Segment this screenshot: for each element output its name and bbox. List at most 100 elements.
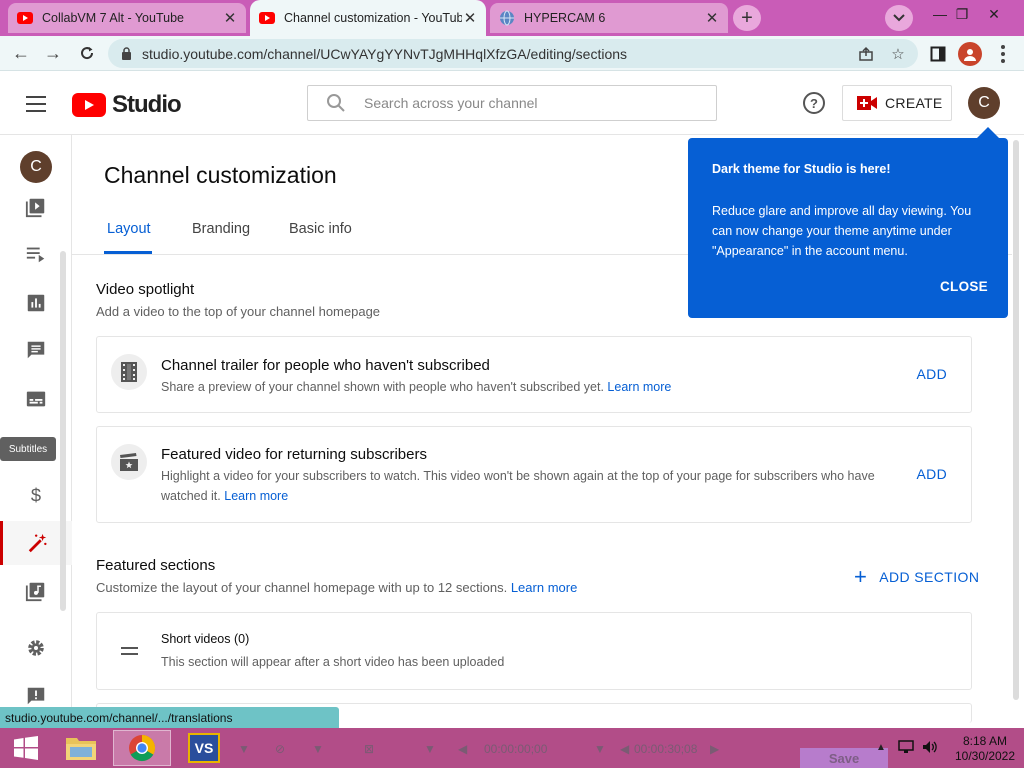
taskbar-clock[interactable]: 8:18 AM 10/30/2022 <box>950 734 1020 764</box>
featured-sections-subtitle-text: Customize the layout of your channel hom… <box>96 580 508 595</box>
share-icon[interactable] <box>856 44 876 64</box>
add-featured-video-button[interactable]: ADD <box>917 466 947 482</box>
tab-basic-info[interactable]: Basic info <box>289 221 352 237</box>
close-tab-icon[interactable]: ✕ <box>462 9 478 27</box>
browser-menu-icon[interactable] <box>995 42 1011 66</box>
previous-frame-icon: ◀ <box>458 742 468 756</box>
channel-trailer-desc-text: Share a preview of your channel shown wi… <box>161 380 604 394</box>
popup-title: Dark theme for Studio is here! <box>712 162 891 176</box>
tab-search-chevron-icon[interactable] <box>885 5 913 31</box>
clock-time: 8:18 AM <box>962 734 1008 748</box>
channel-trailer-card: Channel trailer for people who haven't s… <box>96 336 972 413</box>
channel-avatar[interactable]: C <box>20 151 52 183</box>
browser-tab-title: Channel customization - YouTube <box>284 11 462 25</box>
drag-handle-icon[interactable] <box>121 647 138 655</box>
main-scrollbar[interactable] <box>1013 140 1019 700</box>
comments-icon <box>27 341 45 359</box>
close-tab-icon[interactable]: ✕ <box>222 9 238 27</box>
featured-video-title: Featured video for returning subscribers <box>161 446 427 463</box>
filter-alt-icon: ▼ <box>312 742 324 756</box>
new-tab-plus-icon[interactable]: + <box>733 5 761 31</box>
network-icon[interactable] <box>898 740 914 757</box>
popup-close-button[interactable]: CLOSE <box>940 279 988 294</box>
taskbar-vs-app[interactable]: VS <box>175 730 233 766</box>
windows-start-icon[interactable] <box>6 733 46 763</box>
no-filter-icon: ⊘ <box>275 742 286 756</box>
browser-toolbar: ← → studio.youtube.com/channel/UCwYAYgYY… <box>0 36 1024 71</box>
taskbar-chrome[interactable] <box>113 730 171 766</box>
browser-tab-collabvm[interactable]: CollabVM 7 Alt - YouTube ✕ <box>8 3 246 33</box>
add-section-button[interactable]: + ADD SECTION <box>854 564 980 589</box>
magic-wand-icon <box>28 533 47 553</box>
playlist-icon <box>26 247 45 263</box>
studio-logo[interactable]: Studio <box>72 91 182 119</box>
browser-tab-title: HYPERCAM 6 <box>524 11 606 25</box>
close-tab-icon[interactable]: ✕ <box>704 9 720 27</box>
audio-library-icon <box>25 582 45 602</box>
video-spotlight-heading: Video spotlight <box>96 281 195 298</box>
forward-arrow-icon[interactable]: → <box>40 40 66 66</box>
create-button[interactable]: CREATE <box>842 85 952 121</box>
rail-item-content[interactable] <box>0 185 72 229</box>
plus-icon: + <box>854 564 868 589</box>
add-section-label: ADD SECTION <box>879 569 980 585</box>
taskbar-file-explorer[interactable] <box>52 730 110 766</box>
previous-frame-icon: ◀ <box>620 742 630 756</box>
rail-scrollbar[interactable] <box>60 251 66 611</box>
reload-icon[interactable] <box>74 40 100 66</box>
time-end: 00:00:30;08 <box>634 742 698 756</box>
bookmark-star-icon[interactable]: ☆ <box>888 44 908 64</box>
section-description: This section will appear after a short v… <box>161 655 505 669</box>
folder-icon <box>66 738 96 760</box>
featured-sections-subtitle: Customize the layout of your channel hom… <box>96 580 577 595</box>
search-input[interactable]: Search across your channel <box>307 85 717 121</box>
youtube-favicon-icon <box>16 9 34 27</box>
studio-logo-text: Studio <box>112 91 182 118</box>
account-avatar[interactable]: C <box>968 87 1000 119</box>
save-button[interactable]: Save <box>800 748 888 768</box>
video-spotlight-subtitle: Add a video to the top of your channel h… <box>96 304 381 319</box>
add-channel-trailer-button[interactable]: ADD <box>917 366 947 382</box>
youtube-favicon-icon <box>258 9 276 27</box>
section-title: Short videos (0) <box>161 632 250 646</box>
film-strip-icon <box>111 354 147 390</box>
featured-sections-heading: Featured sections <box>96 557 216 574</box>
section-card-short-videos[interactable]: Short videos (0) This section will appea… <box>96 612 972 690</box>
learn-more-link[interactable]: Learn more <box>224 489 288 503</box>
time-start: 00:00:00;00 <box>484 742 548 756</box>
help-icon[interactable]: ? <box>803 92 825 114</box>
featured-video-card: Featured video for returning subscribers… <box>96 426 972 523</box>
hamburger-menu-icon[interactable] <box>26 96 46 112</box>
tab-branding[interactable]: Branding <box>192 221 250 237</box>
rail-item-settings[interactable] <box>0 626 72 670</box>
channel-trailer-title: Channel trailer for people who haven't s… <box>161 357 490 374</box>
browser-profile-avatar[interactable] <box>958 42 982 66</box>
youtube-logo-icon <box>72 93 106 117</box>
search-placeholder: Search across your channel <box>364 95 538 111</box>
studio-header: Studio Search across your channel ? CREA… <box>0 71 1024 135</box>
dark-theme-popup: Dark theme for Studio is here! Reduce gl… <box>688 138 1008 318</box>
tab-layout[interactable]: Layout <box>107 221 151 237</box>
back-arrow-icon[interactable]: ← <box>8 40 34 66</box>
chrome-icon <box>129 734 156 762</box>
browser-tab-strip: CollabVM 7 Alt - YouTube ✕ Channel custo… <box>0 0 1024 36</box>
subtitles-tooltip: Subtitles <box>0 437 56 461</box>
tray-chevron-icon[interactable]: ▲ <box>876 742 886 753</box>
filter-icon: ▼ <box>238 742 250 756</box>
create-label: CREATE <box>885 95 943 111</box>
address-bar[interactable]: studio.youtube.com/channel/UCwYAYgYYNvTJ… <box>108 39 918 68</box>
dollar-icon: $ <box>31 484 41 505</box>
search-icon <box>326 93 346 113</box>
browser-tab-channel-customization[interactable]: Channel customization - YouTube ✕ <box>250 0 486 36</box>
learn-more-link[interactable]: Learn more <box>607 380 671 394</box>
restore-icon[interactable]: ❐ <box>946 2 978 26</box>
feedback-icon <box>27 687 45 705</box>
volume-icon[interactable] <box>922 740 938 757</box>
vs-app-icon: VS <box>188 733 220 763</box>
subtitles-icon <box>26 391 46 407</box>
browser-tab-hypercam[interactable]: HYPERCAM 6 ✕ <box>490 3 728 33</box>
window-close-icon[interactable]: ✕ <box>978 2 1010 26</box>
side-panel-icon[interactable] <box>928 44 948 64</box>
learn-more-link[interactable]: Learn more <box>511 580 577 595</box>
mute-icon: ⊠ <box>364 742 375 756</box>
